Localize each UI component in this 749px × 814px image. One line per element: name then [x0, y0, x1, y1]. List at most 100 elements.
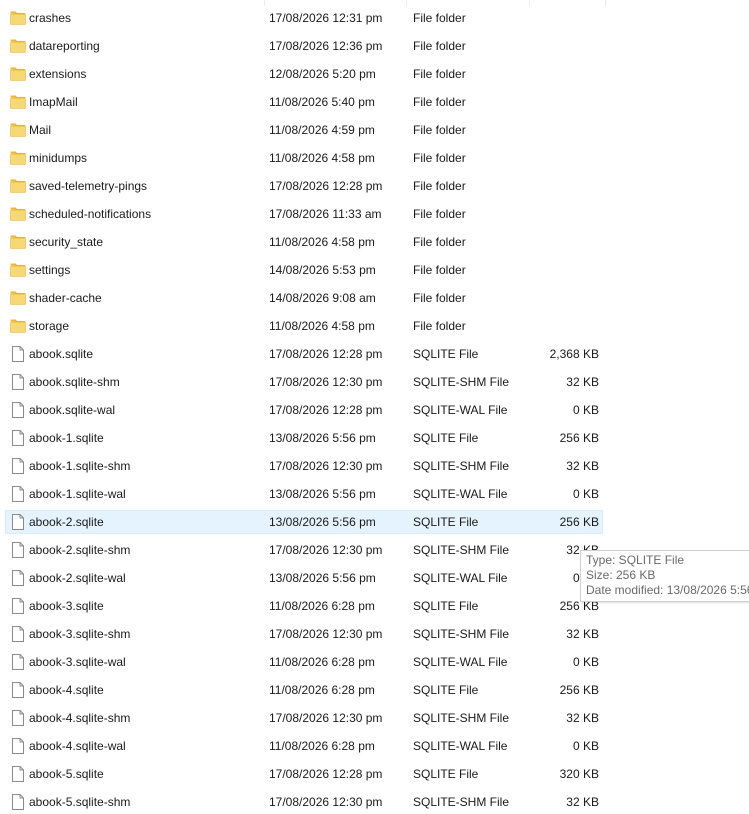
folder-icon — [10, 95, 26, 109]
file-type: SQLITE-SHM File — [413, 459, 510, 473]
file-row[interactable]: abook-5.sqlite-shm 17/08/2026 12:30 pm SQL… — [5, 790, 603, 814]
file-name: crashes — [29, 11, 72, 25]
file-row[interactable]: abook-1.sqlite 13/08/2026 5:56 pm SQLITE F… — [5, 426, 603, 450]
file-name: abook-3.sqlite — [29, 599, 104, 613]
file-row[interactable]: abook-3.sqlite-shm 17/08/2026 12:30 pm SQL… — [5, 622, 603, 646]
file-row[interactable]: abook-3.sqlite 11/08/2026 6:28 pm SQLITE F… — [5, 594, 603, 618]
folder-row[interactable]: extensions 12/08/2026 5:20 pm File folder — [5, 62, 603, 86]
file-type: File folder — [413, 67, 466, 81]
date-modified: 11/08/2026 5:40 pm — [269, 95, 375, 109]
folder-row[interactable]: Mail 11/08/2026 4:59 pm File folder — [5, 118, 603, 142]
file-icon — [10, 346, 26, 362]
file-name: abook-4.sqlite — [29, 683, 104, 697]
folder-icon — [10, 207, 26, 221]
file-row[interactable]: abook-4.sqlite 11/08/2026 6:28 pm SQLITE F… — [5, 678, 603, 702]
file-name: abook-3.sqlite-shm — [29, 627, 131, 641]
file-row[interactable]: abook.sqlite 17/08/2026 12:28 pm SQLITE Fi… — [5, 342, 603, 366]
file-type: SQLITE File — [413, 347, 479, 361]
folder-row[interactable]: minidumps 11/08/2026 4:58 pm File folder — [5, 146, 603, 170]
folder-icon — [10, 179, 26, 193]
file-size: 32 KB — [566, 795, 599, 809]
file-row[interactable]: abook-4.sqlite-wal 11/08/2026 6:28 pm SQLI… — [5, 734, 603, 758]
date-modified: 17/08/2026 12:30 pm — [269, 375, 383, 389]
file-row[interactable]: abook-2.sqlite-shm 17/08/2026 12:30 pm SQL… — [5, 538, 603, 562]
file-name: saved-telemetry-pings — [29, 179, 148, 193]
file-type: SQLITE File — [413, 431, 479, 445]
file-size: 256 KB — [559, 683, 599, 697]
file-size: 32 KB — [566, 627, 599, 641]
file-row[interactable]: abook-2.sqlite 13/08/2026 5:56 pm SQLITE F… — [5, 510, 603, 534]
file-size: 0 KB — [572, 487, 599, 501]
file-type: File folder — [413, 95, 466, 109]
file-icon — [10, 374, 26, 390]
folder-row[interactable]: crashes 17/08/2026 12:31 pm File folder — [5, 6, 603, 30]
file-size: 256 KB — [559, 515, 599, 529]
file-type: File folder — [413, 123, 466, 137]
file-size: 0 KB — [572, 739, 599, 753]
date-modified: 17/08/2026 12:30 pm — [269, 459, 383, 473]
tooltip-size: Size: 256 KB — [586, 568, 656, 582]
file-type: File folder — [413, 319, 466, 333]
file-name: datareporting — [29, 39, 100, 53]
folder-icon — [10, 291, 26, 305]
folder-row[interactable]: saved-telemetry-pings 17/08/2026 12:28 pm… — [5, 174, 603, 198]
file-row[interactable]: abook-2.sqlite-wal 13/08/2026 5:56 pm SQLI… — [5, 566, 603, 590]
file-name: scheduled-notifications — [29, 207, 152, 221]
file-type: SQLITE File — [413, 515, 479, 529]
file-type: SQLITE-WAL File — [413, 739, 508, 753]
date-modified: 17/08/2026 12:31 pm — [269, 11, 383, 25]
folder-icon — [10, 235, 26, 249]
file-type: File folder — [413, 151, 466, 165]
folder-icon — [10, 319, 26, 333]
file-name: abook.sqlite-wal — [29, 403, 116, 417]
date-modified: 17/08/2026 12:30 pm — [269, 711, 383, 725]
folder-row[interactable]: ImapMail 11/08/2026 5:40 pm File folder — [5, 90, 603, 114]
file-name: minidumps — [29, 151, 88, 165]
file-type: SQLITE-WAL File — [413, 403, 508, 417]
file-type: SQLITE-WAL File — [413, 655, 508, 669]
file-type: SQLITE File — [413, 683, 479, 697]
file-row[interactable]: abook-5.sqlite 17/08/2026 12:28 pm SQLITE … — [5, 762, 603, 786]
file-type: File folder — [413, 179, 466, 193]
folder-row[interactable]: shader-cache 14/08/2026 9:08 am File folde… — [5, 286, 603, 310]
file-type: SQLITE-SHM File — [413, 795, 510, 809]
file-type: File folder — [413, 11, 466, 25]
date-modified: 12/08/2026 5:20 pm — [269, 67, 376, 81]
folder-row[interactable]: settings 14/08/2026 5:53 pm File folder — [5, 258, 603, 282]
file-icon — [10, 626, 26, 642]
folder-row[interactable]: scheduled-notifications 17/08/2026 11:33 … — [5, 202, 603, 226]
file-row[interactable]: abook-1.sqlite-wal 13/08/2026 5:56 pm SQLI… — [5, 482, 603, 506]
folder-row[interactable]: security_state 11/08/2026 4:58 pm File fol… — [5, 230, 603, 254]
date-modified: 11/08/2026 4:59 pm — [269, 123, 375, 137]
file-type: SQLITE-WAL File — [413, 571, 508, 585]
file-size: 32 KB — [566, 375, 599, 389]
file-row[interactable]: abook-3.sqlite-wal 11/08/2026 6:28 pm SQLI… — [5, 650, 603, 674]
file-name: extensions — [29, 67, 87, 81]
date-modified: 11/08/2026 6:28 pm — [269, 599, 375, 613]
date-modified: 11/08/2026 4:58 pm — [269, 319, 375, 333]
file-name: abook.sqlite-shm — [29, 375, 120, 389]
file-type: File folder — [413, 263, 466, 277]
folder-icon — [10, 39, 26, 53]
file-type: File folder — [413, 235, 466, 249]
date-modified: 17/08/2026 12:30 pm — [269, 543, 383, 557]
file-name: abook-1.sqlite-shm — [29, 459, 131, 473]
file-row[interactable]: abook.sqlite-shm 17/08/2026 12:30 pm SQLIT… — [5, 370, 603, 394]
file-name: abook-3.sqlite-wal — [29, 655, 126, 669]
column-separator — [605, 0, 606, 6]
file-name: abook-5.sqlite — [29, 767, 104, 781]
file-type: SQLITE-SHM File — [413, 711, 510, 725]
file-name: shader-cache — [29, 291, 102, 305]
file-type: SQLITE-SHM File — [413, 375, 510, 389]
file-row[interactable]: abook-4.sqlite-shm 17/08/2026 12:30 pm SQL… — [5, 706, 603, 730]
date-modified: 17/08/2026 12:28 pm — [269, 347, 383, 361]
date-modified: 17/08/2026 12:30 pm — [269, 627, 383, 641]
folder-row[interactable]: datareporting 17/08/2026 12:36 pm File fol… — [5, 34, 603, 58]
file-name: settings — [29, 263, 71, 277]
folder-row[interactable]: storage 11/08/2026 4:58 pm File folder — [5, 314, 603, 338]
file-row[interactable]: abook.sqlite-wal 17/08/2026 12:28 pm SQLIT… — [5, 398, 603, 422]
file-name: abook-1.sqlite-wal — [29, 487, 126, 501]
file-icon — [10, 738, 26, 754]
date-modified: 14/08/2026 5:53 pm — [269, 263, 376, 277]
file-row[interactable]: abook-1.sqlite-shm 17/08/2026 12:30 pm SQL… — [5, 454, 603, 478]
